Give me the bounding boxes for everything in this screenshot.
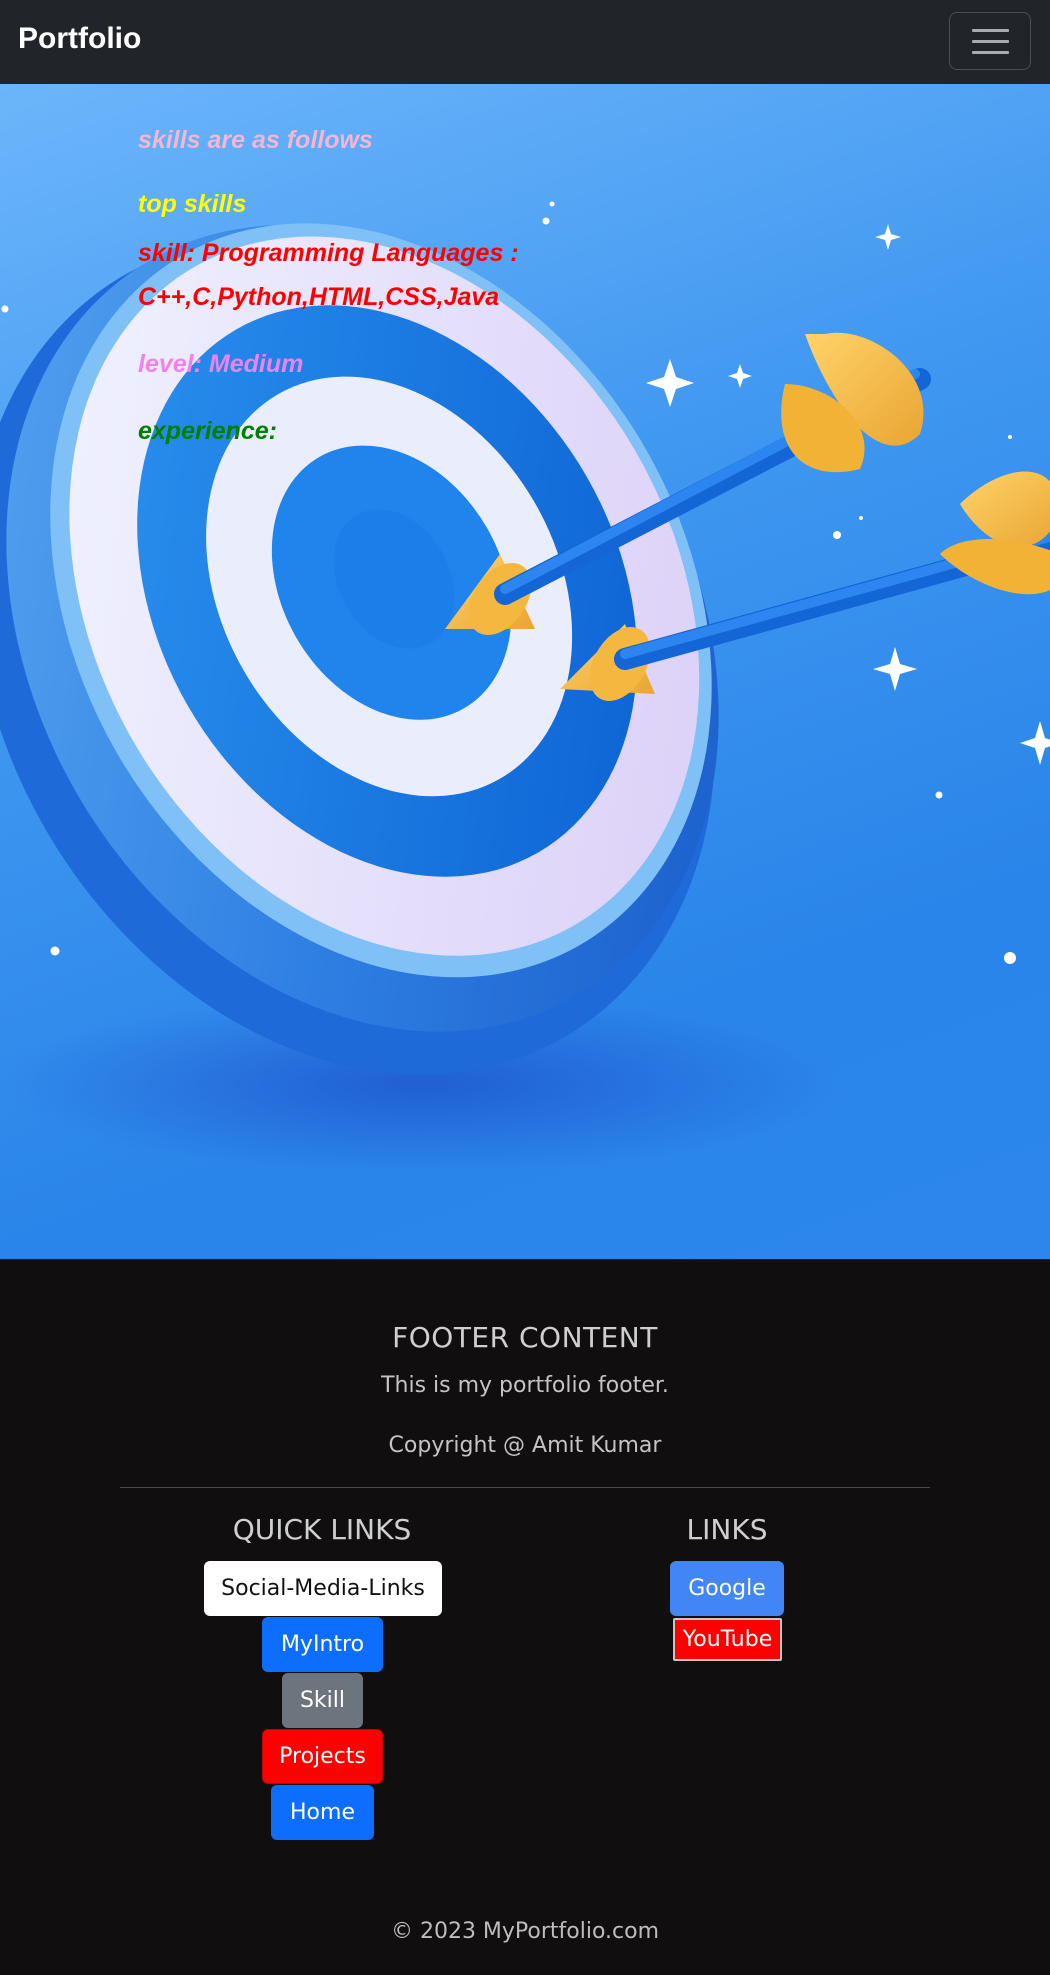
projects-button[interactable]: Projects [262,1729,383,1784]
social-media-links-button[interactable]: Social-Media-Links [204,1561,442,1616]
skill-level: level: Medium [138,350,304,378]
navbar-brand[interactable]: Portfolio [18,22,141,56]
skill-title: skill: Programming Languages : [138,239,519,267]
skills-hero: skills are as follows top skills skill: … [0,84,1050,1259]
skill-languages: C++,C,Python,HTML,CSS,Java [138,283,500,311]
footer-tagline: This is my portfolio footer. [381,1373,669,1398]
home-button[interactable]: Home [271,1785,374,1840]
skill-button[interactable]: Skill [282,1673,363,1728]
top-skills-label: top skills [138,190,247,218]
quick-links-title: QUICK LINKS [232,1513,412,1546]
youtube-button[interactable]: YouTube [673,1618,782,1661]
footer-copyright-line: Copyright @ Amit Kumar [388,1433,662,1458]
links-title: LINKS [686,1513,768,1546]
footer: FOOTER CONTENT This is my portfolio foot… [0,1259,1050,1975]
footer-heading: FOOTER CONTENT [392,1321,658,1354]
skill-experience: experience: [138,417,277,445]
myintro-button[interactable]: MyIntro [262,1617,383,1672]
footer-bottom-copyright: © 2023 MyPortfolio.com [390,1919,660,1944]
skills-heading: skills are as follows [138,126,373,154]
navbar: Portfolio [0,0,1050,84]
footer-divider [120,1487,930,1488]
google-button[interactable]: Google [670,1561,784,1616]
navbar-toggler-button[interactable] [949,12,1031,70]
